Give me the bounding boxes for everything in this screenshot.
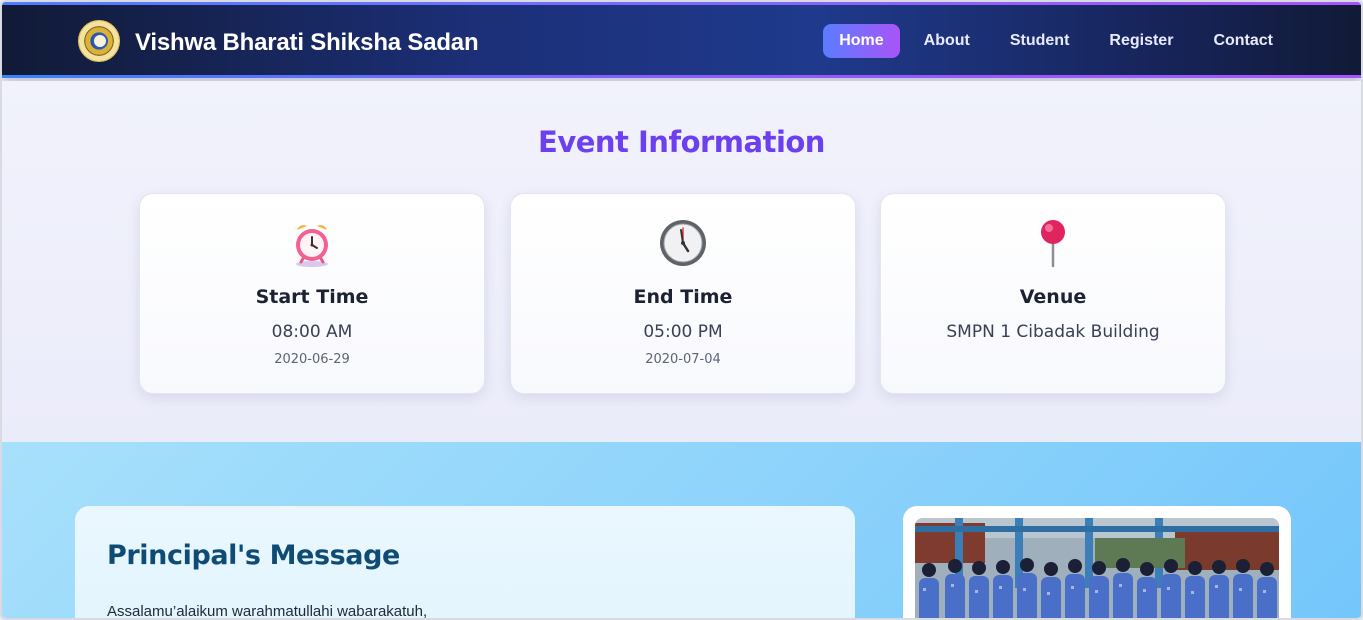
clock-icon xyxy=(660,220,706,266)
event-title: Event Information xyxy=(538,125,825,159)
venue-card: Venue SMPN 1 Cibadak Building xyxy=(880,193,1226,394)
venue-label: Venue xyxy=(1019,286,1087,308)
start-time-card: Start Time 08:00 AM 2020-06-29 xyxy=(139,193,485,394)
group-photo-illustration xyxy=(915,518,1279,618)
principal-message-card: Principal's Message Assalamu’alaikum war… xyxy=(75,506,855,620)
alarm-clock-icon xyxy=(296,225,328,267)
start-time-value: 08:00 AM xyxy=(271,322,353,342)
venue-value: SMPN 1 Cibadak Building xyxy=(946,322,1160,342)
brand-title[interactable]: Vishwa Bharati Shiksha Sadan xyxy=(135,29,479,57)
end-time-value: 05:00 PM xyxy=(643,322,723,342)
pushpin-icon xyxy=(1041,220,1065,268)
start-date-value: 2020-06-29 xyxy=(274,352,350,367)
event-section: Event Information Start Time 08:00 AM 20… xyxy=(2,81,1361,442)
page-frame: Vishwa Bharati Shiksha Sadan Home About … xyxy=(0,0,1363,620)
end-date-value: 2020-07-04 xyxy=(645,352,721,367)
principal-section: Principal's Message Assalamu’alaikum war… xyxy=(2,442,1361,620)
nav-about[interactable]: About xyxy=(908,24,986,58)
end-time-card: End Time 05:00 PM 2020-07-04 xyxy=(510,193,856,394)
nav-student[interactable]: Student xyxy=(994,24,1086,58)
principal-message-title: Principal's Message xyxy=(107,540,400,571)
nav-links: Home About Student Register Contact xyxy=(815,24,1289,58)
end-time-label: End Time xyxy=(633,286,733,308)
principal-message-text: Assalamu’alaikum warahmatullahi wabaraka… xyxy=(107,603,428,620)
navbar: Vishwa Bharati Shiksha Sadan Home About … xyxy=(2,2,1361,78)
start-time-label: Start Time xyxy=(255,286,369,308)
principal-photo-card xyxy=(903,506,1291,618)
nav-register[interactable]: Register xyxy=(1093,24,1189,58)
group-photo xyxy=(915,518,1279,618)
nav-contact[interactable]: Contact xyxy=(1197,24,1289,58)
nav-home[interactable]: Home xyxy=(823,24,900,58)
school-logo[interactable] xyxy=(78,20,120,62)
logo-emblem xyxy=(92,33,108,49)
